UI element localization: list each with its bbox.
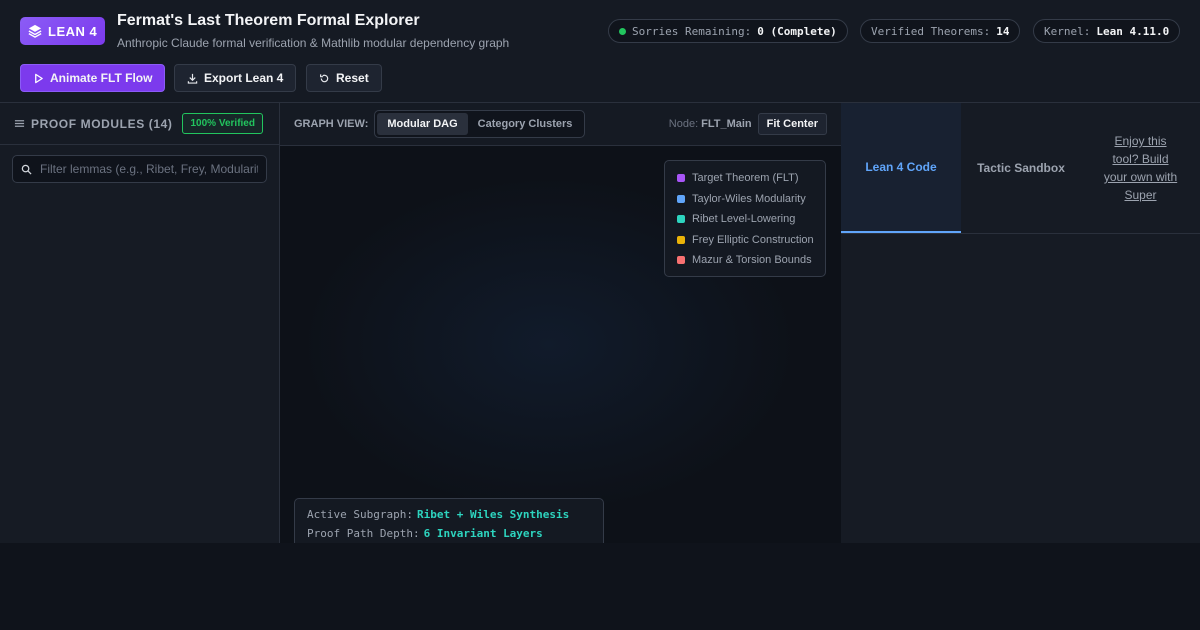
status-dot-icon [619, 27, 626, 35]
tab-lean-4-code[interactable]: Lean 4 Code [841, 103, 961, 233]
view-category-clusters[interactable]: Category Clusters [468, 113, 583, 135]
legend-label: Mazur & Torsion Bounds [692, 254, 812, 267]
reset-button[interactable]: Reset [306, 64, 382, 92]
node-value: FLT_Main [701, 118, 752, 130]
legend-label: Frey Elliptic Construction [692, 233, 814, 246]
legend-label: Ribet Level-Lowering [692, 213, 796, 226]
fit-center-button[interactable]: Fit Center [757, 113, 827, 135]
tab-tactic-sandbox[interactable]: Tactic Sandbox [961, 103, 1081, 233]
verified-badge: 100% Verified [182, 113, 263, 134]
kernel-value: Lean 4.11.0 [1096, 24, 1170, 38]
legend-swatch-icon [677, 235, 685, 244]
graph-toolbar: GRAPH VIEW: Modular DAG Category Cluster… [280, 103, 841, 146]
legend-item: Frey Elliptic Construction [677, 230, 814, 251]
legend-label: Taylor-Wiles Modularity [692, 192, 806, 205]
subgraph-info: Active Subgraph: Ribet + Wiles Synthesis … [294, 498, 604, 543]
export-label: Export Lean 4 [204, 71, 284, 85]
node-indicator: Node: FLT_Main [669, 118, 752, 130]
kernel-stat: Kernel: Lean 4.11.0 [1033, 19, 1181, 43]
proof-modules-title: PROOF MODULES (14) [14, 117, 172, 131]
proof-modules-header: PROOF MODULES (14) 100% Verified [0, 103, 279, 145]
proof-depth-label: Proof Path Depth: [307, 527, 420, 540]
page-footer [0, 543, 1200, 630]
active-subgraph-row: Active Subgraph: Ribet + Wiles Synthesis [307, 508, 591, 527]
legend-swatch-icon [677, 256, 685, 265]
code-panel: Lean 4 Code Tactic Sandbox Enjoy this to… [841, 103, 1200, 543]
lemma-search-box [12, 155, 267, 183]
animate-flt-button[interactable]: Animate FLT Flow [20, 64, 166, 92]
animate-label: Animate FLT Flow [50, 71, 153, 85]
proof-depth-row: Proof Path Depth: 6 Invariant Layers [307, 527, 591, 543]
legend-label: Target Theorem (FLT) [692, 172, 799, 185]
code-panel-tabs: Lean 4 Code Tactic Sandbox Enjoy this to… [841, 103, 1200, 234]
logo-text: LEAN 4 [48, 23, 98, 39]
verified-label: Verified Theorems: [871, 24, 991, 38]
legend-item: Taylor-Wiles Modularity [677, 189, 813, 210]
graph-view-label: GRAPH VIEW: [294, 118, 369, 130]
lemma-search-input[interactable] [40, 162, 258, 176]
promo-link-wrapper: Enjoy this tool? Build your own with Sup… [1081, 103, 1200, 233]
sorries-label: Sorries Remaining: [632, 24, 752, 38]
page-subtitle: Anthropic Claude formal verification & M… [117, 36, 510, 50]
proof-depth-value: 6 Invariant Layers [423, 527, 543, 540]
proof-modules-panel: PROOF MODULES (14) 100% Verified [0, 103, 280, 543]
active-subgraph-value: Ribet + Wiles Synthesis [416, 508, 570, 521]
legend-item: Target Theorem (FLT) [677, 168, 813, 189]
node-label-text: Node: [668, 118, 699, 130]
list-icon [14, 120, 25, 127]
reset-icon [320, 73, 329, 82]
proof-modules-title-text: PROOF MODULES (14) [31, 116, 173, 131]
graph-panel: GRAPH VIEW: Modular DAG Category Cluster… [280, 103, 841, 543]
lean-logo: LEAN 4 [20, 17, 106, 45]
verified-value: 14 [996, 24, 1010, 38]
promo-link[interactable]: Enjoy this tool? Build your own with Sup… [1101, 132, 1180, 204]
graph-legend: Target Theorem (FLT) Taylor-Wiles Modula… [664, 160, 826, 277]
play-icon [35, 73, 43, 83]
view-modular-dag[interactable]: Modular DAG [377, 113, 468, 135]
legend-item: Mazur & Torsion Bounds [677, 250, 813, 271]
page-title: Fermat's Last Theorem Formal Explorer [117, 12, 420, 29]
legend-swatch-icon [677, 174, 685, 183]
graph-view-switch: Modular DAG Category Clusters [374, 110, 586, 138]
verified-theorems-stat: Verified Theorems: 14 [860, 19, 1021, 43]
app-header: LEAN 4 Fermat's Last Theorem Formal Expl… [0, 0, 1200, 103]
sorries-stat: Sorries Remaining: 0 (Complete) [608, 19, 848, 43]
legend-swatch-icon [677, 215, 685, 224]
graph-canvas[interactable]: Target Theorem (FLT) Taylor-Wiles Modula… [280, 146, 841, 543]
sorries-value: 0 (Complete) [757, 24, 837, 38]
layers-icon [28, 24, 42, 38]
active-subgraph-label: Active Subgraph: [307, 508, 413, 521]
search-icon [21, 164, 32, 175]
kernel-label: Kernel: [1044, 24, 1091, 38]
download-icon [187, 73, 198, 84]
export-lean-button[interactable]: Export Lean 4 [174, 64, 297, 92]
legend-item: Ribet Level-Lowering [677, 209, 813, 230]
legend-swatch-icon [677, 194, 685, 203]
reset-label: Reset [336, 71, 369, 85]
